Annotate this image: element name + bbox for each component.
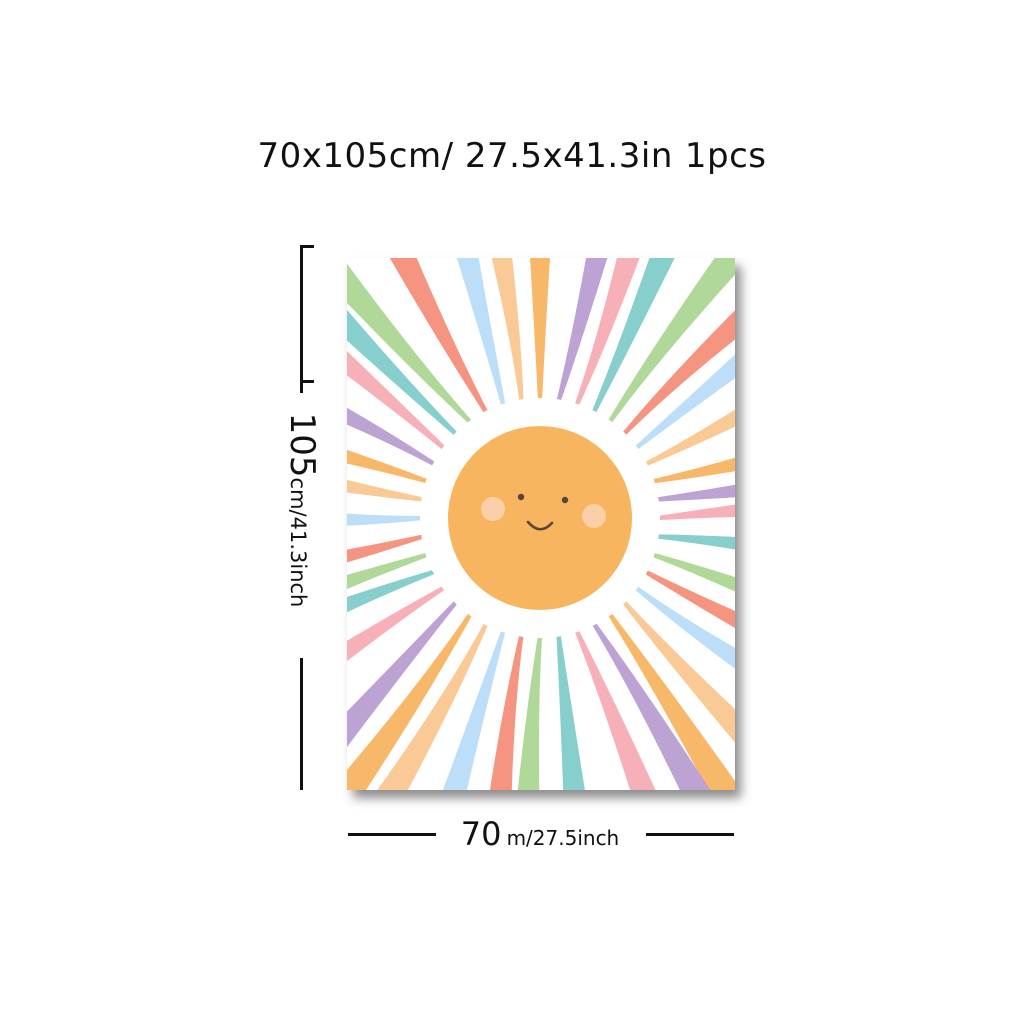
height-tick-top [300,245,314,248]
height-line-top [300,245,303,393]
left-cheek [481,497,505,521]
size-title: 70x105cm/ 27.5x41.3in 1pcs [0,136,1024,176]
left-eye [517,493,525,501]
size-text: 70x105cm/ 27.5x41.3in [257,136,673,176]
height-value: 105 [282,412,322,478]
height-line-bottom [300,658,303,790]
width-line-right [646,833,734,836]
width-value: 70 [460,815,502,853]
width-line-left [348,833,436,836]
right-eye [561,496,569,504]
poster [347,258,735,790]
right-cheek [582,504,606,528]
sun-ray [347,479,424,502]
quantity-text: 1pcs [684,136,767,176]
height-label: 105cm/41.3inch [282,413,322,608]
product-size-illustration: 70x105cm/ 27.5x41.3in 1pcs 105cm/41.3inch… [0,0,1024,1024]
height-unit: cm/41.3inch [286,477,310,608]
width-label: 70 m/27.5inch [461,815,619,853]
sun-rays-artwork [347,258,735,790]
width-unit: m/27.5inch [506,826,620,850]
height-tick-mid [300,380,314,383]
